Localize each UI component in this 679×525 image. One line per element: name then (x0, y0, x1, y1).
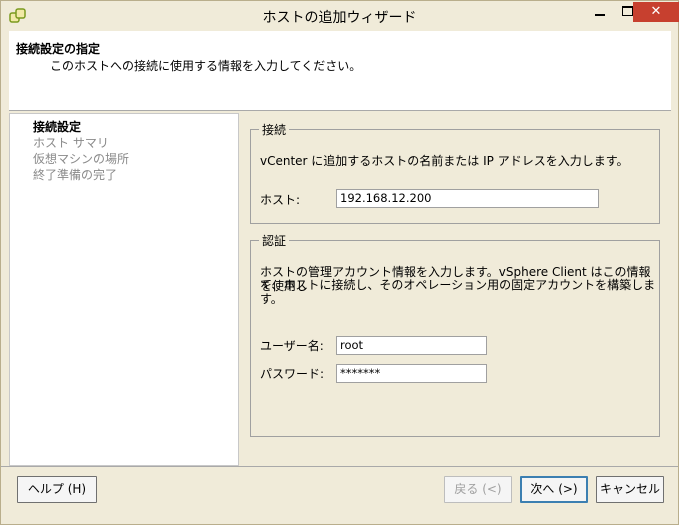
username-input[interactable]: root (336, 336, 487, 355)
wizard-header: 接続設定の指定 このホストへの接続に使用する情報を入力してください。 (9, 31, 671, 111)
help-button[interactable]: ヘルプ (H) (17, 476, 97, 503)
step-vm-location: 仮想マシンの場所 (33, 152, 130, 166)
password-input[interactable]: ******* (336, 364, 487, 383)
wizard-steps-panel: 接続設定 ホスト サマリ 仮想マシンの場所 終了準備の完了 (9, 113, 239, 466)
connection-group: 接続 vCenter に追加するホストの名前または IP アドレスを入力します。… (250, 121, 660, 224)
cancel-button[interactable]: キャンセル (596, 476, 664, 503)
minimize-button[interactable] (586, 2, 614, 22)
connection-legend: 接続 (259, 121, 290, 138)
page-subtitle: このホストへの接続に使用する情報を入力してください。 (50, 59, 362, 73)
authentication-group: 認証 ホストの管理アカウント情報を入力します。vSphere Client はこ… (250, 232, 660, 437)
maximize-icon (622, 6, 633, 16)
authentication-description-line2: て、ホストに接続し、そのオペレーション用の固定アカウントを構築します。 (260, 278, 656, 306)
step-ready-to-complete: 終了準備の完了 (33, 168, 118, 182)
page-title: 接続設定の指定 (16, 42, 101, 56)
title-bar[interactable]: ホストの追加ウィザード ✕ (1, 1, 679, 31)
window-title: ホストの追加ウィザード (262, 10, 417, 26)
password-label: パスワード: (260, 367, 325, 381)
authentication-legend: 認証 (259, 232, 290, 249)
username-label: ユーザー名: (260, 339, 324, 353)
next-button[interactable]: 次へ (>) (520, 476, 588, 503)
back-button[interactable]: 戻る (<) (444, 476, 512, 503)
step-connection-settings[interactable]: 接続設定 (33, 118, 81, 135)
minimize-icon (595, 14, 605, 16)
host-label: ホスト: (260, 193, 301, 207)
host-input[interactable]: 192.168.12.200 (336, 189, 599, 208)
step-host-summary: ホスト サマリ (33, 136, 109, 150)
wizard-content: 接続 vCenter に追加するホストの名前または IP アドレスを入力します。… (239, 113, 671, 466)
add-host-wizard-window: ホストの追加ウィザード ✕ 接続設定の指定 このホストへの接続に使用する情報を入… (0, 0, 679, 525)
button-bar: ヘルプ (H) 戻る (<) 次へ (>) キャンセル (1, 466, 678, 524)
close-icon: ✕ (650, 4, 662, 19)
connection-description: vCenter に追加するホストの名前または IP アドレスを入力します。 (260, 154, 629, 168)
close-button[interactable]: ✕ (633, 2, 679, 22)
